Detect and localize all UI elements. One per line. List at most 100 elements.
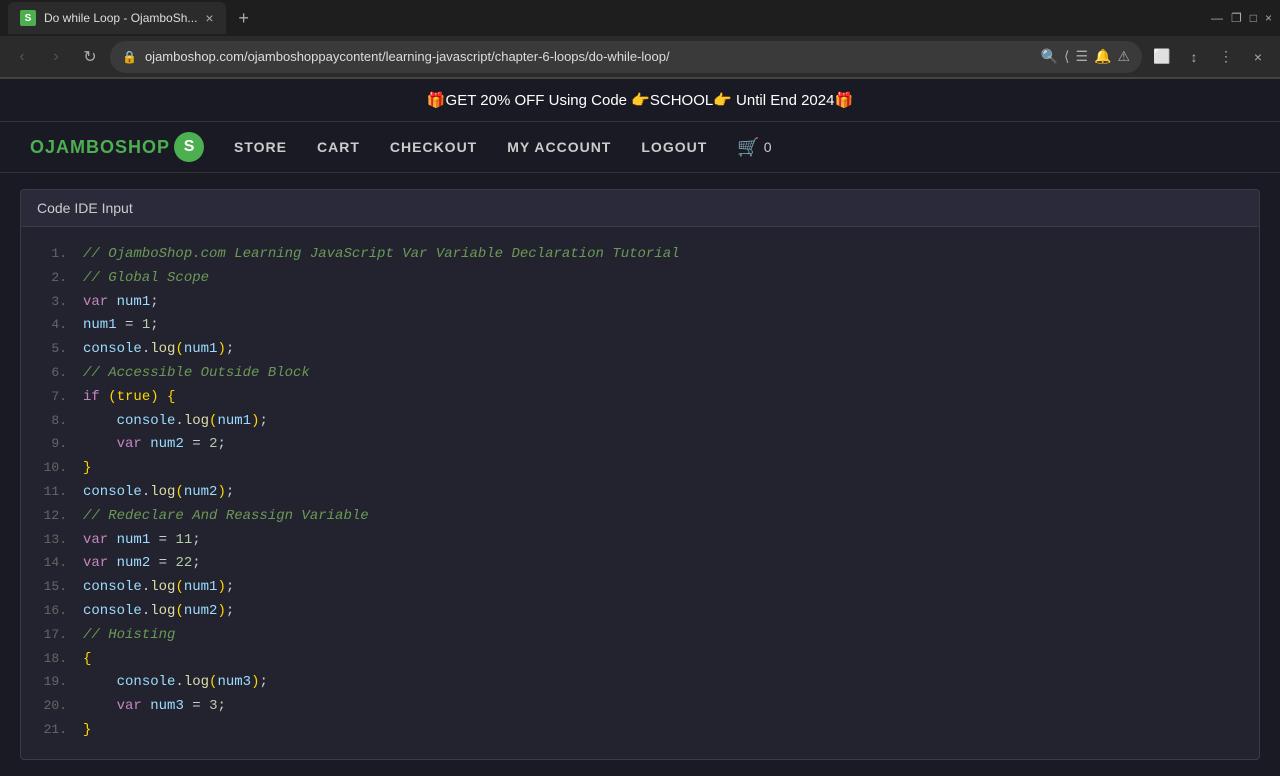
site-nav: OJAMBOSHOP S STORE CART CHECKOUT MY ACCO… [0, 122, 1280, 173]
back-button[interactable]: ‹ [8, 43, 36, 71]
code-content: var num2 = 2; [83, 433, 226, 457]
ide-title: Code IDE Input [37, 200, 133, 216]
code-content: var num3 = 3; [83, 695, 226, 719]
share-icon[interactable]: ⟨ [1064, 48, 1069, 65]
code-content: // Accessible Outside Block [83, 362, 310, 386]
close-icon[interactable]: × [1244, 43, 1272, 71]
line-number: 15. [37, 576, 67, 598]
code-line-9: 9. var num2 = 2; [21, 433, 1259, 457]
reader-icon[interactable]: ☰ [1075, 48, 1088, 65]
address-bar[interactable]: 🔒 ojamboshop.com/ojamboshoppaycontent/le… [110, 41, 1142, 73]
logo-text: OJAMBOSHOP [30, 137, 170, 158]
promo-text: 🎁GET 20% OFF Using Code 👉SCHOOL👉 Until E… [427, 92, 853, 109]
address-bar-icons: 🔍 ⟨ ☰ 🔔 ⚠ [1041, 48, 1130, 65]
code-content: // OjamboShop.com Learning JavaScript Va… [83, 243, 680, 267]
cart-count: 0 [764, 139, 772, 155]
browser-tab[interactable]: S Do while Loop - OjamboSh... × [8, 2, 226, 34]
nav-link-store[interactable]: STORE [234, 139, 287, 155]
browser-nav-bar: ‹ › ↻ 🔒 ojamboshop.com/ojamboshoppaycont… [0, 36, 1280, 78]
window-controls: — ❐ □ × [1211, 11, 1272, 25]
code-content: console.log(num1); [83, 576, 234, 600]
tabs-icon[interactable]: ⬜ [1148, 43, 1176, 71]
site-logo[interactable]: OJAMBOSHOP S [30, 132, 204, 162]
code-content: } [83, 719, 91, 743]
code-line-20: 20. var num3 = 3; [21, 695, 1259, 719]
line-number: 5. [37, 338, 67, 360]
url-display: ojamboshop.com/ojamboshoppaycontent/lear… [145, 49, 1033, 64]
code-content: // Hoisting [83, 624, 175, 648]
code-content: console.log(num2); [83, 481, 234, 505]
line-number: 16. [37, 600, 67, 622]
line-number: 1. [37, 243, 67, 265]
tab-title: Do while Loop - OjamboSh... [44, 11, 197, 25]
code-line-15: 15. console.log(num1); [21, 576, 1259, 600]
code-line-4: 4. num1 = 1; [21, 314, 1259, 338]
line-number: 14. [37, 552, 67, 574]
line-number: 3. [37, 291, 67, 313]
line-number: 7. [37, 386, 67, 408]
code-content: console.log(num2); [83, 600, 234, 624]
code-content: console.log(num3); [83, 671, 268, 695]
code-line-19: 19. console.log(num3); [21, 671, 1259, 695]
tab-close-button[interactable]: × [205, 10, 213, 26]
nav-link-cart[interactable]: CART [317, 139, 360, 155]
code-line-3: 3. var num1; [21, 291, 1259, 315]
code-content: var num1 = 11; [83, 529, 201, 553]
window-restore-button[interactable]: ❐ [1231, 11, 1242, 25]
code-line-18: 18. { [21, 648, 1259, 672]
code-line-13: 13. var num1 = 11; [21, 529, 1259, 553]
notification-icon[interactable]: 🔔 [1094, 48, 1111, 65]
search-icon[interactable]: 🔍 [1041, 48, 1058, 65]
ide-box: Code IDE Input 1. // OjamboShop.com Lear… [20, 189, 1260, 760]
browser-nav-right: ⬜ ↕ ⋮ × [1148, 43, 1272, 71]
code-line-8: 8. console.log(num1); [21, 410, 1259, 434]
code-line-7: 7. if (true) { [21, 386, 1259, 410]
code-content: // Redeclare And Reassign Variable [83, 505, 369, 529]
line-number: 11. [37, 481, 67, 503]
line-number: 13. [37, 529, 67, 551]
nav-link-my-account[interactable]: MY ACCOUNT [507, 139, 611, 155]
cart-button[interactable]: 🛒 0 [737, 137, 771, 158]
code-line-12: 12. // Redeclare And Reassign Variable [21, 505, 1259, 529]
ssl-lock-icon: 🔒 [122, 50, 137, 64]
code-line-1: 1. // OjamboShop.com Learning JavaScript… [21, 243, 1259, 267]
code-line-2: 2. // Global Scope [21, 267, 1259, 291]
nav-link-checkout[interactable]: CHECKOUT [390, 139, 477, 155]
nav-link-logout[interactable]: LOGOUT [641, 139, 707, 155]
code-content: console.log(num1); [83, 338, 234, 362]
code-content: // Global Scope [83, 267, 209, 291]
window-minimize-button[interactable]: — [1211, 11, 1223, 25]
code-line-21: 21. } [21, 719, 1259, 743]
promo-banner: 🎁GET 20% OFF Using Code 👉SCHOOL👉 Until E… [0, 79, 1280, 122]
line-number: 9. [37, 433, 67, 455]
tab-favicon: S [20, 10, 36, 26]
line-number: 8. [37, 410, 67, 432]
line-number: 2. [37, 267, 67, 289]
code-line-17: 17. // Hoisting [21, 624, 1259, 648]
code-line-10: 10. } [21, 457, 1259, 481]
line-number: 10. [37, 457, 67, 479]
code-line-5: 5. console.log(num1); [21, 338, 1259, 362]
code-line-16: 16. console.log(num2); [21, 600, 1259, 624]
line-number: 17. [37, 624, 67, 646]
cart-icon-symbol: 🛒 [737, 137, 759, 158]
code-content: console.log(num1); [83, 410, 268, 434]
code-content: } [83, 457, 91, 481]
ide-header: Code IDE Input [21, 190, 1259, 227]
code-content: if (true) { [83, 386, 175, 410]
line-number: 20. [37, 695, 67, 717]
code-content: var num2 = 22; [83, 552, 201, 576]
reload-button[interactable]: ↻ [76, 43, 104, 71]
extension-icon[interactable]: ⚠ [1117, 48, 1130, 65]
forward-button[interactable]: › [42, 43, 70, 71]
settings-icon[interactable]: ⋮ [1212, 43, 1240, 71]
line-number: 6. [37, 362, 67, 384]
new-tab-button[interactable]: + [230, 4, 258, 32]
line-number: 21. [37, 719, 67, 741]
ide-body[interactable]: 1. // OjamboShop.com Learning JavaScript… [21, 227, 1259, 759]
sync-icon[interactable]: ↕ [1180, 43, 1208, 71]
window-close-button[interactable]: × [1265, 11, 1272, 25]
window-maximize-button[interactable]: □ [1250, 11, 1257, 25]
code-content: { [83, 648, 91, 672]
line-number: 19. [37, 671, 67, 693]
